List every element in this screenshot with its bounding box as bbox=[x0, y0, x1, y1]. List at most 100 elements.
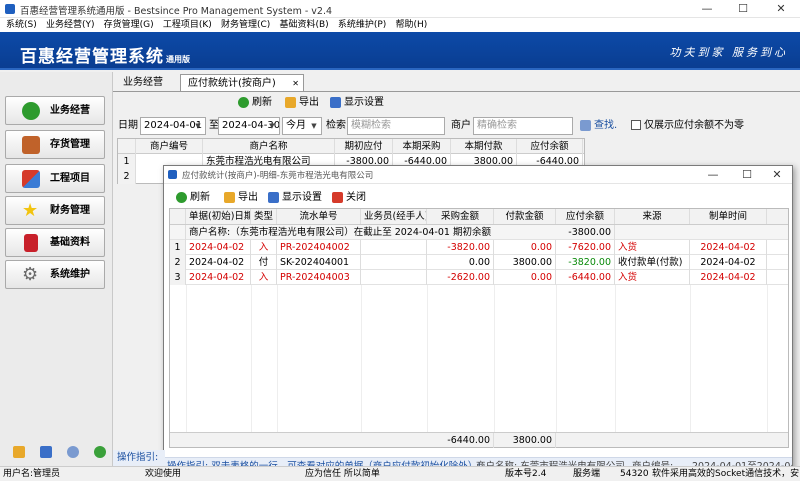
status-user: 用户名:管理员 bbox=[3, 469, 61, 479]
sidebar-item-project[interactable]: 工程项目 bbox=[5, 164, 105, 193]
detail-titlebar: 应付款统计(按商户)-明细-东莞市程浩光电有限公司 — ☐ ✕ bbox=[164, 166, 792, 184]
menu-basic-data[interactable]: 基础资料(B) bbox=[279, 18, 328, 32]
search-icon bbox=[580, 119, 591, 131]
sidebar-item-label: 业务经营 bbox=[50, 105, 90, 116]
keyword-input[interactable]: 模糊检索 bbox=[347, 117, 445, 135]
chevron-down-icon: ▼ bbox=[269, 122, 275, 130]
search-icon[interactable] bbox=[67, 446, 79, 458]
period-select[interactable]: 今月 ▼ bbox=[282, 117, 322, 135]
period-value: 今月 bbox=[286, 120, 306, 131]
cell-payment-amount: 0.00 bbox=[494, 270, 556, 285]
cell-type: 付 bbox=[251, 255, 277, 270]
menu-system[interactable]: 系统(S) bbox=[6, 18, 37, 32]
date-from-input[interactable]: 2024-04-01 ▼ bbox=[140, 117, 206, 135]
menu-help[interactable]: 帮助(H) bbox=[396, 18, 428, 32]
detail-minimize-button[interactable]: — bbox=[696, 166, 730, 184]
export-icon bbox=[224, 191, 235, 203]
cell-payment-amount: 3800.00 bbox=[494, 255, 556, 270]
cell-payable-balance: -6440.00 bbox=[556, 270, 615, 285]
sidebar-item-maintenance[interactable]: ⚙ 系统维护 bbox=[5, 260, 105, 289]
row-number: 1 bbox=[170, 240, 186, 255]
calendar-icon[interactable] bbox=[13, 446, 25, 458]
settings-icon bbox=[268, 191, 279, 203]
maximize-button[interactable]: ☐ bbox=[726, 0, 760, 18]
detail-export-button[interactable]: 导出 bbox=[224, 191, 258, 205]
sidebar: 业务经营 存货管理 工程项目 ★ 财务管理 基础资料 ⚙ 系统维护 bbox=[0, 72, 113, 466]
tab-label: 应付款统计(按商户) bbox=[188, 78, 276, 89]
search-button[interactable]: 查找. bbox=[580, 119, 617, 133]
sidebar-item-business[interactable]: 业务经营 bbox=[5, 96, 105, 125]
merchant-label: 商户 bbox=[451, 120, 471, 131]
search-label: 查找. bbox=[594, 120, 618, 131]
cell-doc-date: 2024-04-02 bbox=[186, 255, 251, 270]
star-icon: ★ bbox=[22, 200, 39, 221]
tab-business[interactable]: 业务经营 bbox=[116, 74, 170, 92]
merchant-input[interactable]: 精确检索 bbox=[473, 117, 573, 135]
header-doc-date: 单据(初始)日期 bbox=[186, 209, 251, 224]
detail-display-settings-button[interactable]: 显示设置 bbox=[268, 191, 322, 205]
chevron-down-icon: ▼ bbox=[311, 122, 317, 130]
table-row[interactable]: 3 2024-04-02 入 PR-202404003 -2620.00 0.0… bbox=[170, 270, 788, 285]
table-row[interactable]: 1 2024-04-02 入 PR-202404002 -3820.00 0.0… bbox=[170, 240, 788, 255]
check-circle-icon bbox=[22, 102, 40, 120]
refresh-button[interactable]: 刷新 bbox=[238, 96, 272, 110]
table-row[interactable]: 2 2024-04-02 付 SK-202404001 0.00 3800.00… bbox=[170, 255, 788, 270]
header-payment-amount: 付款金额 bbox=[494, 209, 556, 224]
detail-maximize-button[interactable]: ☐ bbox=[730, 166, 764, 184]
checkbox-box bbox=[631, 120, 641, 130]
calculator-icon[interactable] bbox=[40, 446, 52, 458]
warehouse-icon bbox=[22, 136, 40, 154]
app-icon bbox=[5, 4, 15, 14]
tab-close-icon[interactable]: ✕ bbox=[292, 75, 299, 92]
cell-type: 入 bbox=[251, 270, 277, 285]
header-opening-payable: 期初应付 bbox=[335, 139, 393, 154]
settings-icon bbox=[330, 96, 341, 108]
header-type: 类型 bbox=[251, 209, 277, 224]
detail-window: 应付款统计(按商户)-明细-东莞市程浩光电有限公司 — ☐ ✕ 刷新 导出 显示… bbox=[163, 165, 793, 475]
gear-icon: ⚙ bbox=[22, 264, 39, 285]
merchant-placeholder: 精确检索 bbox=[477, 120, 517, 131]
detail-display-settings-label: 显示设置 bbox=[282, 192, 322, 203]
export-button[interactable]: 导出 bbox=[285, 96, 319, 110]
only-nonzero-checkbox[interactable]: 仅展示应付余额不为零 bbox=[631, 119, 744, 133]
detail-close-button[interactable]: ✕ bbox=[760, 166, 794, 184]
menu-business[interactable]: 业务经营(Y) bbox=[46, 18, 95, 32]
window-title: 百惠经营管理系统通用版 - Bestsince Pro Management S… bbox=[20, 6, 333, 17]
sidebar-item-inventory[interactable]: 存货管理 bbox=[5, 130, 105, 159]
cell-staff bbox=[361, 270, 427, 285]
close-button[interactable]: ✕ bbox=[764, 0, 798, 18]
cell-created-time: 2024-04-02 bbox=[690, 255, 767, 270]
detail-window-icon bbox=[168, 170, 177, 179]
cell-purchase-amount: -2620.00 bbox=[427, 270, 494, 285]
table-header: 商户编号 商户名称 期初应付 本期采购 本期付款 应付余额 bbox=[118, 139, 584, 154]
cell-staff bbox=[361, 255, 427, 270]
detail-refresh-button[interactable]: 刷新 bbox=[176, 191, 210, 205]
total-purchase: -6440.00 bbox=[427, 433, 494, 448]
refresh-label: 刷新 bbox=[252, 97, 272, 108]
payable-detail-table: 单据(初始)日期 类型 流水单号 业务员(经手人) 采购金额 付款金额 应付余额… bbox=[169, 208, 789, 448]
cell-type: 入 bbox=[251, 240, 277, 255]
status-socket: 软件采用高效的Socket通信技术，安 bbox=[652, 469, 800, 479]
sidebar-item-basic-data[interactable]: 基础资料 bbox=[5, 228, 105, 257]
minimize-button[interactable]: — bbox=[690, 0, 724, 18]
cell-doc-date: 2024-04-02 bbox=[186, 240, 251, 255]
menu-inventory[interactable]: 存货管理(G) bbox=[104, 18, 154, 32]
opening-balance-row[interactable]: 商户名称:（东莞市程浩光电有限公司）在截止至 2024-04-01 期初余额 -… bbox=[170, 225, 788, 240]
cell-staff bbox=[361, 240, 427, 255]
refresh-icon[interactable] bbox=[94, 446, 106, 458]
app-name-text: 百惠经营管理系统 bbox=[20, 47, 164, 67]
menu-maintenance[interactable]: 系统维护(P) bbox=[338, 18, 386, 32]
totals-row: -6440.00 3800.00 bbox=[170, 432, 788, 448]
menu-project[interactable]: 工程项目(K) bbox=[163, 18, 212, 32]
sidebar-item-label: 系统维护 bbox=[50, 269, 90, 280]
puzzle-icon bbox=[22, 170, 40, 188]
table-header: 单据(初始)日期 类型 流水单号 业务员(经手人) 采购金额 付款金额 应付余额… bbox=[170, 209, 788, 225]
status-version: 版本号2.4 bbox=[505, 469, 547, 479]
header-purchase-amount: 采购金额 bbox=[427, 209, 494, 224]
detail-close-tool-button[interactable]: 关闭 bbox=[332, 191, 366, 205]
tab-payables-by-merchant[interactable]: 应付款统计(按商户) ✕ bbox=[180, 74, 304, 92]
display-settings-button[interactable]: 显示设置 bbox=[330, 96, 384, 110]
date-to-input[interactable]: 2024-04-30 ▼ bbox=[218, 117, 280, 135]
menu-finance[interactable]: 财务管理(C) bbox=[221, 18, 270, 32]
sidebar-item-finance[interactable]: ★ 财务管理 bbox=[5, 196, 105, 225]
